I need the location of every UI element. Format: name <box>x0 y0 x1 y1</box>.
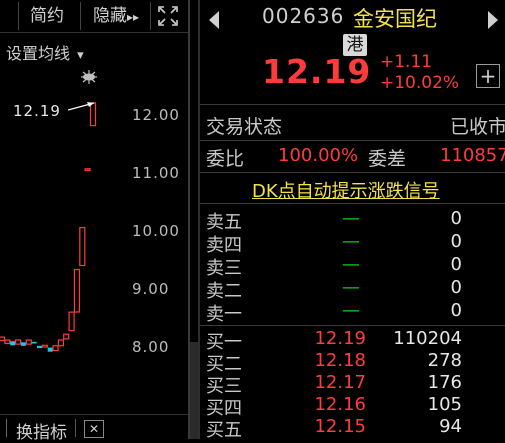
y-tick-label: 9.00 <box>132 280 170 298</box>
order-volume: 176 <box>427 372 462 393</box>
y-tick-label: 8.00 <box>132 338 170 356</box>
candle <box>31 341 37 344</box>
candle <box>15 339 22 345</box>
order-volume: 0 <box>450 300 462 321</box>
order-row[interactable]: 卖三 — 0 <box>206 254 505 279</box>
order-volume: 94 <box>439 416 462 437</box>
prev-stock-arrow-icon[interactable] <box>208 10 220 30</box>
last-price-label: 12.19 <box>13 102 61 120</box>
plus-icon: + <box>479 64 497 88</box>
order-row[interactable]: 卖二 — 0 <box>206 277 505 302</box>
price-change-pct: +10.02% <box>380 73 460 93</box>
chevron-down-icon: ▾ <box>77 48 84 63</box>
ma-settings-label: 设置均线 <box>6 44 71 63</box>
order-row[interactable]: 买三 12.17 176 <box>206 372 505 397</box>
candle <box>79 227 86 267</box>
change-indicator-button[interactable]: 换指标 <box>16 418 67 443</box>
y-axis: 12.00 11.00 10.00 9.00 8.00 <box>118 0 188 439</box>
price-change: +1.11 <box>380 52 433 72</box>
buy-orders: 买一 12.19 110204 买二 12.18 278 买三 12.17 17… <box>200 328 505 441</box>
candle <box>10 341 16 346</box>
weicha-value: 110857 <box>440 145 505 166</box>
candle <box>25 339 32 345</box>
next-stock-arrow-icon[interactable] <box>487 10 499 30</box>
candle <box>41 344 48 348</box>
stock-code: 002636 <box>262 4 345 28</box>
candle <box>20 342 26 346</box>
order-label: 买五 <box>206 420 242 441</box>
candle <box>73 268 81 313</box>
last-price-pointer-icon <box>68 102 95 111</box>
order-volume: 278 <box>427 350 462 371</box>
add-watchlist-button[interactable]: + <box>476 64 500 88</box>
order-row[interactable]: 卖四 — 0 <box>206 231 505 256</box>
y-tick-label: 10.00 <box>132 222 180 240</box>
weibi-value: 100.00% <box>278 145 359 166</box>
candle <box>47 347 53 352</box>
candle <box>4 339 11 345</box>
candle <box>84 168 91 171</box>
candle <box>57 339 65 347</box>
current-price: 12.19 <box>262 52 372 91</box>
order-volume: 0 <box>450 231 462 252</box>
candle <box>68 311 75 332</box>
trading-status-value: 已收市 <box>450 116 505 138</box>
order-row[interactable]: 买一 12.19 110204 <box>206 328 505 353</box>
scrollbar[interactable] <box>190 342 198 439</box>
candle <box>0 336 6 342</box>
order-label: 卖一 <box>206 304 242 325</box>
candle <box>63 333 70 340</box>
quote-panel: 002636 金安国纪 港 12.19 +1.11 +10.02% + 交易状态… <box>200 0 505 441</box>
dk-signal-link[interactable]: DK点自动提示涨跌信号 <box>252 177 440 203</box>
weicha-label: 委差 <box>368 148 407 170</box>
close-indicator-button[interactable]: ✕ <box>84 420 104 438</box>
order-volume: 0 <box>450 254 462 275</box>
order-row[interactable]: 卖五 — 0 <box>206 208 505 233</box>
candle <box>37 345 42 349</box>
ma-settings-dropdown[interactable]: 设置均线 ▾ <box>6 40 84 64</box>
jianyue-button[interactable]: 简约 <box>22 0 72 32</box>
order-row[interactable]: 买二 12.18 278 <box>206 350 505 375</box>
weibi-label: 委比 <box>206 148 245 170</box>
order-volume: 0 <box>450 208 462 229</box>
limit-up-icon <box>78 69 100 85</box>
order-row[interactable]: 卖一 — 0 <box>206 300 505 325</box>
order-volume: 110204 <box>393 328 462 349</box>
candle <box>52 345 59 352</box>
order-row[interactable]: 买五 12.15 94 <box>206 416 505 441</box>
order-volume: 105 <box>427 394 462 415</box>
y-tick-label: 11.00 <box>132 164 180 182</box>
trading-status-label: 交易状态 <box>206 116 283 138</box>
y-tick-label: 12.00 <box>132 106 180 124</box>
close-icon: ✕ <box>88 422 100 436</box>
order-row[interactable]: 买四 12.16 105 <box>206 394 505 419</box>
sell-orders: 卖五 — 0 卖四 — 0 卖三 — 0 卖二 — 0 卖一 — 0 <box>200 208 505 325</box>
order-volume: 0 <box>450 277 462 298</box>
stock-name: 金安国纪 <box>353 7 437 31</box>
